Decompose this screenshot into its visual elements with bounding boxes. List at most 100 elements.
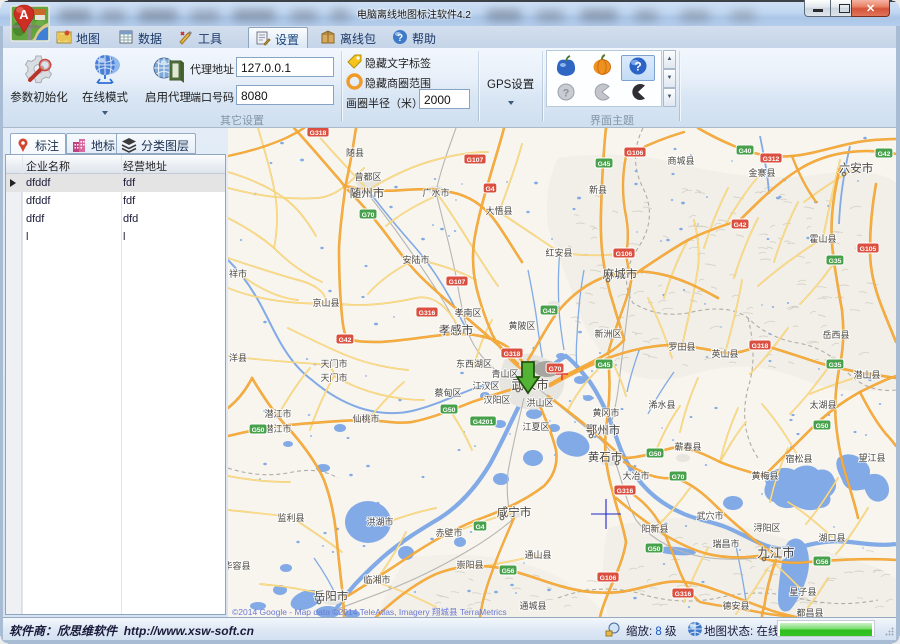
- svg-text:麻城市: 麻城市: [603, 267, 638, 281]
- svg-text:?: ?: [634, 60, 641, 74]
- svg-text:G42: G42: [734, 222, 747, 229]
- svg-text:G4: G4: [475, 524, 484, 531]
- svg-text:G42: G42: [543, 308, 556, 315]
- svg-text:京山县: 京山县: [312, 297, 339, 308]
- svg-text:G107: G107: [467, 157, 484, 164]
- svg-text:G316: G316: [675, 591, 692, 598]
- svg-text:G56: G56: [502, 568, 515, 575]
- svg-text:G312: G312: [763, 156, 780, 163]
- svg-text:孝南区: 孝南区: [454, 307, 481, 318]
- svg-text:黄梅县: 黄梅县: [751, 470, 778, 481]
- svg-text:瑞昌市: 瑞昌市: [712, 538, 739, 549]
- svg-text:蕲春县: 蕲春县: [674, 441, 701, 452]
- svg-text:G50: G50: [252, 427, 265, 434]
- svg-text:G50: G50: [648, 546, 661, 553]
- svg-text:G4201: G4201: [473, 419, 494, 426]
- svg-text:洋县: 洋县: [229, 352, 247, 363]
- svg-text:东西湖区: 东西湖区: [456, 358, 492, 369]
- svg-text:青山区: 青山区: [491, 368, 518, 379]
- svg-text:都昌县: 都昌县: [796, 608, 823, 617]
- svg-text:G316: G316: [419, 310, 436, 317]
- svg-text:通山县: 通山县: [524, 550, 551, 560]
- svg-text:G316: G316: [617, 488, 634, 495]
- svg-text:G42: G42: [339, 337, 352, 344]
- svg-text:G35: G35: [829, 362, 842, 369]
- svg-text:罗田县: 罗田县: [668, 342, 695, 352]
- svg-text:湖口县: 湖口县: [818, 533, 845, 543]
- svg-text:鄂州市: 鄂州市: [586, 423, 621, 437]
- svg-text:仙桃市: 仙桃市: [352, 413, 379, 424]
- svg-text:祥市: 祥市: [229, 268, 247, 279]
- svg-text:潜山县: 潜山县: [853, 369, 880, 380]
- svg-text:G56: G56: [816, 559, 829, 566]
- svg-text:黄陂区: 黄陂区: [508, 320, 535, 331]
- svg-text:G50: G50: [649, 451, 662, 458]
- svg-text:新洲区: 新洲区: [594, 328, 621, 339]
- svg-text:宿松县: 宿松县: [785, 453, 812, 464]
- svg-text:华容县: 华容县: [228, 560, 251, 571]
- svg-text:洪山区: 洪山区: [526, 397, 553, 408]
- svg-text:新县: 新县: [589, 184, 607, 195]
- svg-text:G107: G107: [449, 279, 466, 286]
- svg-text:G106: G106: [627, 150, 644, 157]
- svg-text:天门市: 天门市: [320, 358, 347, 369]
- svg-text:商城县: 商城县: [667, 155, 694, 166]
- svg-text:望江县: 望江县: [858, 452, 885, 463]
- svg-text:G42: G42: [878, 151, 891, 158]
- svg-text:A: A: [19, 7, 29, 22]
- svg-text:德安县: 德安县: [722, 600, 749, 611]
- svg-text:安陆市: 安陆市: [402, 254, 429, 265]
- svg-text:G318: G318: [310, 130, 327, 137]
- svg-text:G45: G45: [598, 362, 611, 369]
- svg-text:岳西县: 岳西县: [822, 329, 849, 340]
- svg-text:监利县: 监利县: [277, 512, 304, 523]
- svg-text:岳阳市: 岳阳市: [314, 589, 349, 603]
- svg-text:G50: G50: [816, 423, 829, 430]
- svg-text:英山县: 英山县: [711, 348, 738, 359]
- svg-text:六安市: 六安市: [839, 161, 874, 175]
- svg-text:G70: G70: [362, 212, 375, 219]
- svg-text:金寨县: 金寨县: [748, 167, 775, 178]
- svg-text:崇阳县: 崇阳县: [456, 560, 483, 570]
- svg-text:洪湖市: 洪湖市: [366, 516, 393, 527]
- svg-text:曾都区: 曾都区: [354, 171, 381, 182]
- svg-text:太湖县: 太湖县: [809, 399, 836, 410]
- svg-text:潜江市: 潜江市: [264, 423, 291, 434]
- svg-text:潜江市: 潜江市: [264, 408, 291, 419]
- svg-text:?: ?: [563, 88, 570, 100]
- svg-text:汉阳区: 汉阳区: [483, 395, 510, 405]
- svg-text:G45: G45: [598, 161, 611, 168]
- svg-text:赤壁市: 赤壁市: [435, 527, 462, 538]
- svg-text:咸宁市: 咸宁市: [497, 505, 532, 519]
- svg-text:G105: G105: [860, 246, 877, 253]
- svg-text:G318: G318: [504, 351, 521, 358]
- svg-text:©2014 Google - Map data ©2014: ©2014 Google - Map data ©2014 TeleAtlas,…: [232, 607, 507, 617]
- svg-text:G35: G35: [829, 258, 842, 265]
- svg-text:G50: G50: [443, 407, 456, 414]
- svg-text:G40: G40: [739, 148, 752, 155]
- svg-text:武穴市: 武穴市: [696, 510, 723, 521]
- svg-text:G70: G70: [549, 366, 562, 373]
- svg-text:蔡甸区: 蔡甸区: [434, 387, 461, 398]
- svg-text:通城县: 通城县: [519, 601, 546, 611]
- svg-text:江夏区: 江夏区: [522, 422, 549, 432]
- svg-text:随县: 随县: [346, 147, 364, 158]
- svg-text:G70: G70: [672, 474, 685, 481]
- svg-text:浠水县: 浠水县: [648, 399, 675, 410]
- svg-text:黄冈市: 黄冈市: [592, 407, 619, 418]
- svg-text:孝感市: 孝感市: [439, 323, 474, 337]
- svg-text:江汉区: 江汉区: [472, 381, 499, 391]
- svg-text:天门市: 天门市: [320, 372, 347, 383]
- svg-text:霍山县: 霍山县: [809, 234, 836, 244]
- svg-text:G4: G4: [485, 186, 494, 193]
- svg-text:浔阳区: 浔阳区: [753, 523, 780, 533]
- svg-text:星子县: 星子县: [789, 587, 816, 597]
- svg-text:红安县: 红安县: [545, 247, 572, 258]
- svg-text:阳新县: 阳新县: [641, 523, 668, 534]
- svg-text:大悟县: 大悟县: [485, 205, 512, 216]
- svg-text:G106: G106: [600, 575, 617, 582]
- svg-text:G318: G318: [752, 343, 769, 350]
- svg-text:G106: G106: [616, 251, 633, 258]
- svg-text:临湘市: 临湘市: [363, 574, 390, 585]
- svg-text:广水市: 广水市: [422, 187, 449, 198]
